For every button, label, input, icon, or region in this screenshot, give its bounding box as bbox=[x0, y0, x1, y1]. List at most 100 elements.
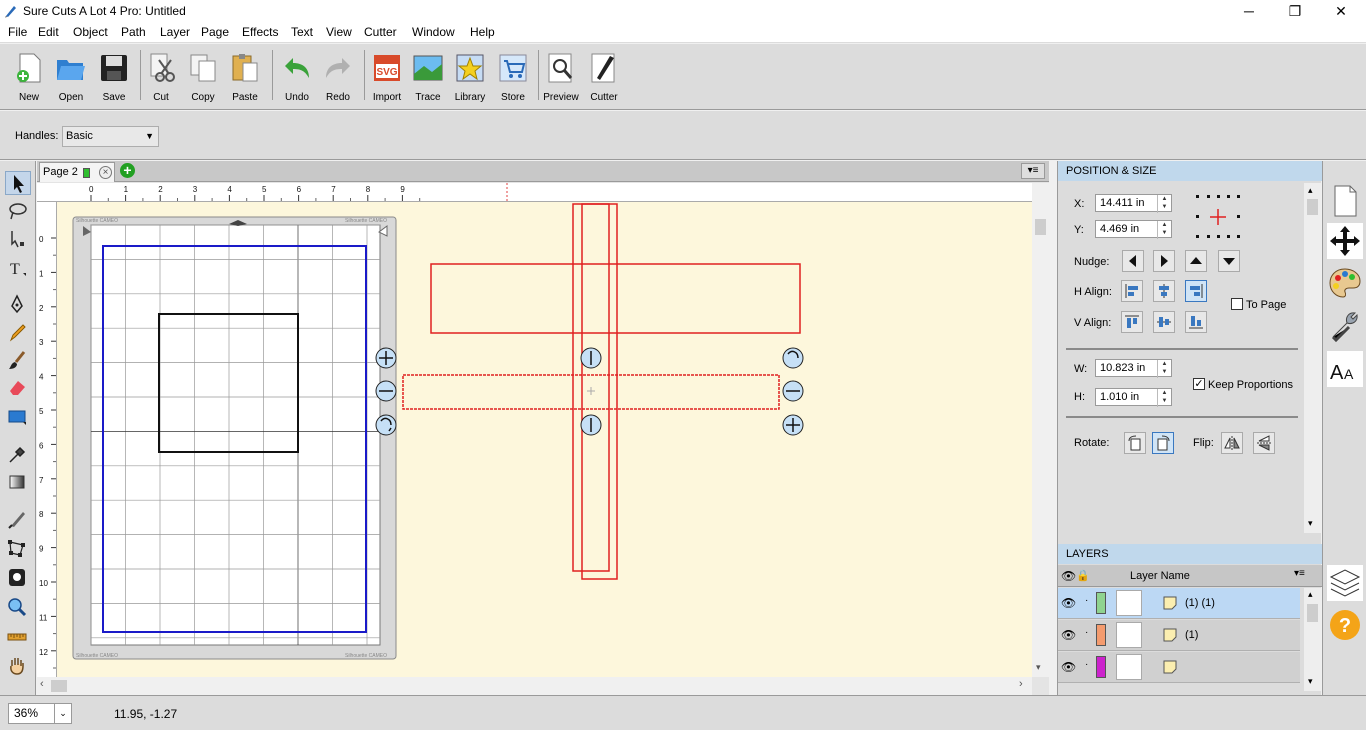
maximize-button[interactable]: ❐ bbox=[1272, 0, 1318, 23]
reference-point-icon[interactable] bbox=[1194, 193, 1244, 241]
document-canvas[interactable]: Silhouette CAMEO Silhouette CAMEO Silhou… bbox=[57, 202, 1032, 677]
tab-page-2[interactable]: Page 2 × bbox=[39, 162, 115, 182]
visibility-eye-icon[interactable]: 👁 bbox=[1061, 596, 1076, 610]
scroll-down-icon[interactable]: ▾ bbox=[1308, 518, 1313, 529]
spinner-icon[interactable]: ▲ ▼ bbox=[1157, 195, 1171, 213]
spinner-icon[interactable]: ▲ ▼ bbox=[1157, 221, 1171, 239]
layers-stack-icon[interactable] bbox=[1327, 565, 1363, 601]
menu-object[interactable]: Object bbox=[73, 25, 108, 39]
scroll-up-icon[interactable]: ▴ bbox=[1308, 185, 1313, 196]
visibility-eye-icon[interactable]: 👁 bbox=[1061, 628, 1076, 642]
text-style-icon[interactable]: AA bbox=[1327, 351, 1363, 387]
align-top-button[interactable] bbox=[1121, 311, 1143, 333]
flip-vertical-button[interactable] bbox=[1253, 432, 1275, 454]
scroll-thumb[interactable] bbox=[1307, 604, 1318, 622]
pan-tool[interactable] bbox=[5, 654, 31, 678]
measure-tool[interactable] bbox=[5, 626, 31, 650]
layers-menu-icon[interactable]: ▾≡ bbox=[1294, 568, 1305, 579]
weld-tool[interactable] bbox=[5, 566, 31, 590]
brush-tool[interactable] bbox=[5, 349, 31, 373]
red-horizontal-bar-shape[interactable] bbox=[430, 263, 801, 334]
move-arrows-icon[interactable] bbox=[1327, 223, 1363, 259]
layer-color-swatch[interactable] bbox=[1096, 592, 1106, 614]
knife-tool[interactable] bbox=[5, 508, 31, 532]
save-button[interactable]: Save bbox=[93, 50, 135, 106]
select-tool[interactable] bbox=[5, 171, 31, 195]
layers-scrollbar[interactable]: ▴ ▾ bbox=[1304, 588, 1321, 691]
nudge-up-button[interactable] bbox=[1185, 250, 1207, 272]
eyedropper-tool[interactable] bbox=[5, 443, 31, 467]
pencil-tool[interactable] bbox=[5, 321, 31, 345]
align-center-button[interactable] bbox=[1153, 280, 1175, 302]
menu-view[interactable]: View bbox=[326, 25, 352, 39]
pen-tool[interactable] bbox=[5, 293, 31, 317]
help-question-icon[interactable]: ? bbox=[1327, 607, 1363, 643]
lasso-tool[interactable] bbox=[5, 200, 31, 224]
scroll-thumb[interactable] bbox=[51, 680, 67, 692]
transform-tool[interactable] bbox=[5, 537, 31, 561]
paste-button[interactable]: Paste bbox=[224, 50, 266, 106]
menu-help[interactable]: Help bbox=[470, 25, 495, 39]
menu-edit[interactable]: Edit bbox=[38, 25, 59, 39]
y-position-field[interactable]: 4.469 in ▲ ▼ bbox=[1095, 220, 1172, 239]
menu-window[interactable]: Window bbox=[412, 25, 455, 39]
menu-text[interactable]: Text bbox=[291, 25, 313, 39]
text-tool[interactable]: T bbox=[5, 257, 31, 281]
selection-handles[interactable] bbox=[375, 347, 804, 436]
width-field[interactable]: 10.823 in ▲ ▼ bbox=[1095, 359, 1172, 378]
node-edit-tool[interactable] bbox=[5, 228, 31, 252]
minimize-button[interactable]: ─ bbox=[1226, 0, 1272, 23]
spinner-icon[interactable]: ▲ ▼ bbox=[1157, 389, 1171, 407]
rotate-right-button[interactable] bbox=[1152, 432, 1174, 454]
page-settings-icon[interactable] bbox=[1327, 183, 1363, 219]
shape-tool[interactable] bbox=[5, 406, 31, 430]
nudge-down-button[interactable] bbox=[1218, 250, 1240, 272]
zoom-select[interactable]: 36% ⌄ bbox=[8, 703, 72, 724]
horizontal-scrollbar[interactable]: ‹ › bbox=[37, 677, 1032, 695]
close-button[interactable]: ✕ bbox=[1318, 0, 1364, 23]
layer-row[interactable]: 👁 · (1) (1) bbox=[1058, 588, 1300, 619]
menu-effects[interactable]: Effects bbox=[242, 25, 278, 39]
layer-color-swatch[interactable] bbox=[1096, 624, 1106, 646]
scroll-thumb[interactable] bbox=[1035, 219, 1046, 235]
page-menu-button[interactable]: ▾≡ bbox=[1021, 163, 1045, 179]
rotate-left-button[interactable] bbox=[1124, 432, 1146, 454]
menu-page[interactable]: Page bbox=[201, 25, 229, 39]
align-middle-button[interactable] bbox=[1153, 311, 1175, 333]
redo-button[interactable]: Redo bbox=[317, 50, 359, 106]
menu-layer[interactable]: Layer bbox=[160, 25, 190, 39]
zoom-tool[interactable] bbox=[5, 596, 31, 620]
visibility-eye-icon[interactable]: 👁 bbox=[1061, 660, 1076, 674]
gradient-tool[interactable] bbox=[5, 471, 31, 495]
spinner-icon[interactable]: ▲ ▼ bbox=[1157, 360, 1171, 378]
nudge-left-button[interactable] bbox=[1122, 250, 1144, 272]
menu-file[interactable]: File bbox=[8, 25, 27, 39]
scroll-thumb[interactable] bbox=[1307, 199, 1318, 215]
height-field[interactable]: 1.010 in ▲ ▼ bbox=[1095, 388, 1172, 407]
scroll-down-icon[interactable]: ▾ bbox=[1308, 676, 1313, 687]
eraser-tool[interactable] bbox=[5, 376, 31, 400]
layer-color-swatch[interactable] bbox=[1096, 656, 1106, 678]
scroll-right-icon[interactable]: › bbox=[1019, 678, 1023, 690]
cutter-button[interactable]: Cutter bbox=[583, 50, 625, 106]
scroll-down-icon[interactable]: ▾ bbox=[1036, 662, 1041, 673]
keep-proportions-checkbox[interactable]: ✓ bbox=[1193, 378, 1205, 390]
align-left-button[interactable] bbox=[1121, 280, 1143, 302]
vertical-scrollbar[interactable]: ▾ bbox=[1032, 183, 1049, 677]
store-button[interactable]: Store bbox=[492, 50, 534, 106]
layer-row[interactable]: 👁 · (1) bbox=[1058, 620, 1300, 651]
scroll-up-icon[interactable]: ▴ bbox=[1308, 589, 1313, 600]
menu-path[interactable]: Path bbox=[121, 25, 146, 39]
handles-select[interactable]: Basic ▼ bbox=[62, 126, 159, 147]
nudge-right-button[interactable] bbox=[1153, 250, 1175, 272]
color-palette-icon[interactable] bbox=[1327, 265, 1363, 301]
x-position-field[interactable]: 14.411 in ▲ ▼ bbox=[1095, 194, 1172, 213]
close-page-icon[interactable]: × bbox=[99, 166, 112, 179]
align-right-button[interactable] bbox=[1185, 280, 1207, 302]
add-page-button[interactable]: + bbox=[120, 163, 135, 178]
wrench-icon[interactable] bbox=[1327, 307, 1363, 343]
align-bottom-button[interactable] bbox=[1185, 311, 1207, 333]
menu-cutter[interactable]: Cutter bbox=[364, 25, 397, 39]
panel-scrollbar[interactable]: ▴ ▾ bbox=[1304, 183, 1321, 533]
flip-horizontal-button[interactable] bbox=[1221, 432, 1243, 454]
